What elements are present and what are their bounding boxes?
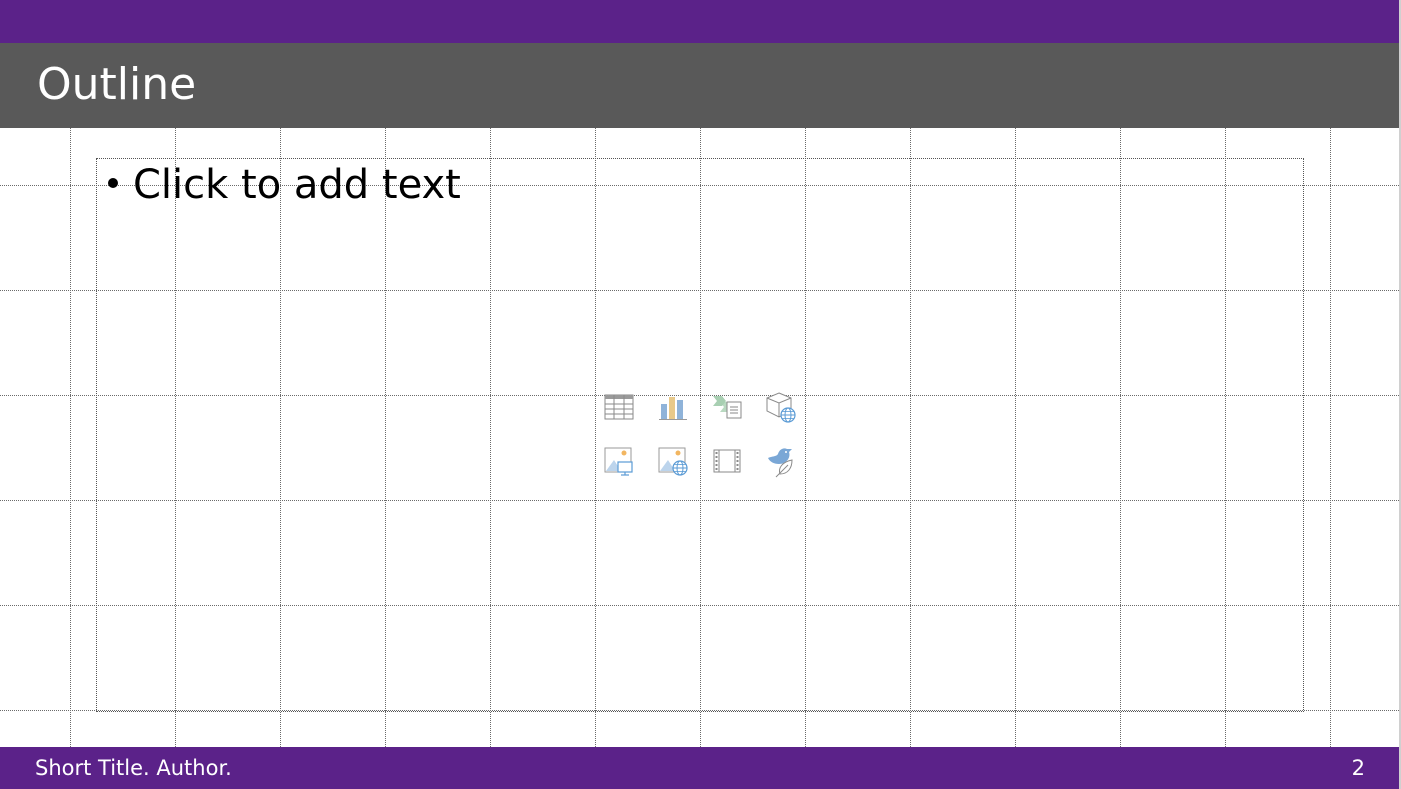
top-accent-bar [0,0,1401,43]
slide-canvas[interactable]: Outline Click to add text Short Title. A… [0,0,1401,789]
slide-number[interactable]: 2 [1352,755,1365,781]
3d-model-icon[interactable] [764,390,798,424]
video-icon[interactable] [710,444,744,478]
body-text-placeholder[interactable]: Click to add text [133,160,461,210]
icons-icon[interactable] [764,444,798,478]
smartart-icon[interactable] [710,390,744,424]
bullet-point [108,178,118,188]
footer-text[interactable]: Short Title. Author. [35,755,232,781]
table-icon[interactable] [602,390,636,424]
chart-icon[interactable] [656,390,690,424]
title-bar [0,43,1401,128]
picture-icon[interactable] [602,444,636,478]
insert-content-icons [602,390,802,482]
slide-title[interactable]: Outline [37,58,196,112]
online-picture-icon[interactable] [656,444,690,478]
